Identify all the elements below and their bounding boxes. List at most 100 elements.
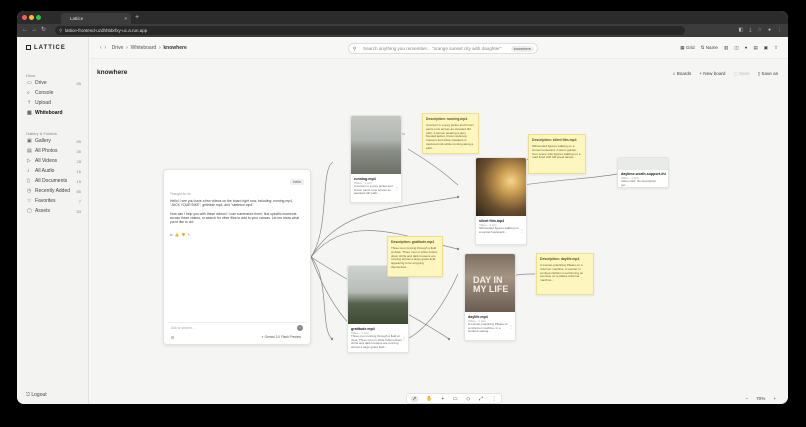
- document-icon[interactable]: ▤: [753, 37, 757, 59]
- brand-name: LATTICE: [34, 45, 66, 51]
- search-placeholder: Search anything you remember... "orange …: [363, 46, 502, 51]
- card-menu-icon[interactable]: ⋮: [509, 324, 513, 329]
- sidebar-item-recently-added[interactable]: ◷ Recently Added 85: [25, 187, 83, 196]
- profile-icon[interactable]: ●: [768, 24, 771, 37]
- sidebar-item-label: Console: [35, 90, 54, 96]
- reload-icon[interactable]: ↻: [41, 24, 46, 37]
- canvas-toolbar: ➚ ✋ + ▭ ◇ ⤢ ⋮: [406, 393, 502, 404]
- attach-icon[interactable]: ⊞: [171, 335, 174, 340]
- zoom-controls: − 70% +: [745, 393, 776, 404]
- sidebar-item-all-videos[interactable]: ▷ All Videos 28: [25, 157, 83, 166]
- media-card-gratitude[interactable]: gratitude.mp4 Video · 1 min Three men ru…: [347, 265, 409, 353]
- sticky-note-daylife[interactable]: Description: daylife.mp4 A woman practic…: [536, 253, 594, 295]
- sticky-note-running[interactable]: Description: running.mp4 A person in a g…: [422, 113, 479, 154]
- extension-icon[interactable]: ◧: [739, 24, 744, 37]
- card-description: Silhouetted figures walking on a sunset …: [479, 227, 519, 234]
- more-tools-icon[interactable]: ⋮: [492, 396, 497, 402]
- url-field[interactable]: ⚲ lattice-frontend-uzdhhbbrfxy-uc.a.run.…: [55, 26, 685, 35]
- minimize-window-icon[interactable]: [29, 15, 34, 20]
- retry-icon[interactable]: ↻: [188, 233, 193, 237]
- new-tab-button[interactable]: +: [135, 13, 139, 22]
- page-title: knowhere: [97, 69, 128, 76]
- edge-note-silent: [407, 148, 459, 186]
- sidebar-item-console[interactable]: ⌕ Console: [25, 89, 83, 98]
- breadcrumb-drive[interactable]: Drive: [112, 45, 124, 51]
- chat-input[interactable]: Ask or search...: [171, 326, 195, 330]
- sidebar-item-upload[interactable]: ⇡ Upload: [25, 99, 83, 108]
- note-heading: Description: running.mp4: [426, 117, 468, 121]
- view-tools: ▦ Grid ⇅ Name ▥ ◫ ● ▤ ▣ ⇪: [680, 37, 778, 59]
- save-as-button[interactable]: ▯ Save as: [758, 71, 778, 77]
- connector-dot: [456, 247, 460, 251]
- zoom-in-button[interactable]: +: [773, 393, 776, 404]
- grid-label: Grid: [685, 45, 695, 50]
- card-menu-icon[interactable]: ⋮: [395, 186, 399, 191]
- site-info-icon[interactable]: ⚲: [59, 26, 62, 35]
- sticky-note-silent-film[interactable]: Description: silent film.mp4 Silhouetted…: [528, 134, 586, 174]
- media-card-silent-film[interactable]: silent film.mp4 Video · 1 min Silhouette…: [475, 157, 527, 245]
- sidebar-item-whiteboard[interactable]: ▦ Whiteboard: [25, 109, 83, 118]
- back-icon[interactable]: ←: [22, 24, 28, 37]
- theme-icon[interactable]: ●: [745, 37, 748, 59]
- layout-icon[interactable]: ▣: [764, 37, 768, 59]
- sidebar-item-all-audio[interactable]: ♪ All Audio 16: [25, 167, 83, 176]
- top-bar: ‹ › Drive › Whiteboard › knowhere ⚲ Sear…: [90, 37, 788, 59]
- download-icon[interactable]: ⤓: [749, 24, 751, 37]
- pointer-tool-icon[interactable]: ➚: [411, 395, 418, 402]
- photos-icon: ▤: [27, 148, 32, 154]
- add-tool-icon[interactable]: +: [441, 396, 444, 402]
- sidebar-item-assets[interactable]: ▢ Assets 83: [25, 207, 83, 216]
- note-body: Silhouetted figures walking on a sunset …: [532, 145, 581, 160]
- section-label-drive: Drive: [26, 73, 36, 78]
- grid-view-button[interactable]: ▦ Grid: [680, 37, 694, 59]
- hand-tool-icon[interactable]: ✋: [426, 396, 432, 402]
- forward-arrow-icon[interactable]: ›: [104, 45, 106, 51]
- sidebar-item-gallery[interactable]: ▣ Gallery 85: [25, 137, 83, 146]
- sort-name-button[interactable]: ⇅ Name: [701, 37, 718, 59]
- card-menu-icon[interactable]: ⋮: [520, 228, 524, 233]
- bookmark-icon[interactable]: ☆: [757, 24, 761, 37]
- card-menu-icon[interactable]: ⋮: [402, 336, 406, 341]
- logout-button[interactable]: ⎋ Logout: [26, 392, 47, 398]
- browser-tab[interactable]: Lattice ×: [61, 13, 131, 24]
- search-scope-pill[interactable]: knowhere: [510, 46, 534, 52]
- sidebar-item-label: Upload: [35, 100, 51, 106]
- upload-icon: ⇡: [27, 100, 32, 106]
- browser-menu-icon[interactable]: ⋮: [777, 24, 782, 37]
- brand-logo[interactable]: LATTICE: [26, 45, 66, 51]
- sidebar-item-favorites[interactable]: ☆ Favorites 7: [25, 197, 83, 206]
- media-card-daylife[interactable]: DAY IN MY LIFE daylife.mp4 Video · 1 min …: [464, 253, 516, 341]
- save-button[interactable]: ▢ Save: [733, 71, 749, 77]
- note-heading: Description: gratitude.mp4: [391, 240, 435, 244]
- tab-close-icon[interactable]: ×: [124, 13, 127, 24]
- back-arrow-icon[interactable]: ‹: [100, 45, 102, 51]
- sidebar-item-all-documents[interactable]: ▯ All Documents 15: [25, 177, 83, 186]
- connector-tool-icon[interactable]: ⤢: [479, 396, 483, 402]
- search-input[interactable]: ⚲ Search anything you remember... "orang…: [348, 43, 538, 54]
- connector-dot: [447, 337, 451, 341]
- sticky-note-gratitude[interactable]: Description: gratitude.mp4 Three men run…: [387, 236, 443, 277]
- model-selector[interactable]: ✦ Gemini 3.0 Flash Preview: [261, 335, 301, 339]
- trash-icon[interactable]: ▥: [724, 37, 728, 59]
- new-board-button[interactable]: + New board: [699, 71, 725, 77]
- breadcrumb-whiteboard[interactable]: Whiteboard: [131, 45, 157, 51]
- boards-label: Boards: [676, 71, 692, 76]
- delete-icon[interactable]: ◫: [734, 37, 738, 59]
- sidebar-item-drive[interactable]: ▭ Drive 85: [25, 79, 83, 88]
- sidebar-item-all-photos[interactable]: ▤ All Photos 26: [25, 147, 83, 156]
- shape-tool-icon[interactable]: ◇: [466, 396, 470, 402]
- send-button[interactable]: ↑: [297, 325, 303, 331]
- close-window-icon[interactable]: [22, 15, 27, 20]
- maximize-window-icon[interactable]: [36, 15, 41, 20]
- drive-icon: ▭: [27, 80, 32, 86]
- media-card-running[interactable]: running.mp4 Video · 1 min A person in a …: [350, 115, 402, 203]
- note-tool-icon[interactable]: ▭: [453, 396, 458, 402]
- boards-button[interactable]: ⌂ Boards: [673, 71, 692, 77]
- forward-icon[interactable]: →: [31, 24, 37, 37]
- media-card-daytime[interactable]: daytime-worth-support-this.mp4 Video · 1…: [617, 157, 669, 188]
- sidebar-item-label: Favorites: [35, 198, 56, 204]
- zoom-out-button[interactable]: −: [745, 393, 748, 404]
- gallery-icon: ▣: [27, 138, 32, 144]
- share-icon[interactable]: ⇪: [774, 37, 778, 59]
- thought-indicator[interactable]: Thought for 4s: [170, 192, 191, 196]
